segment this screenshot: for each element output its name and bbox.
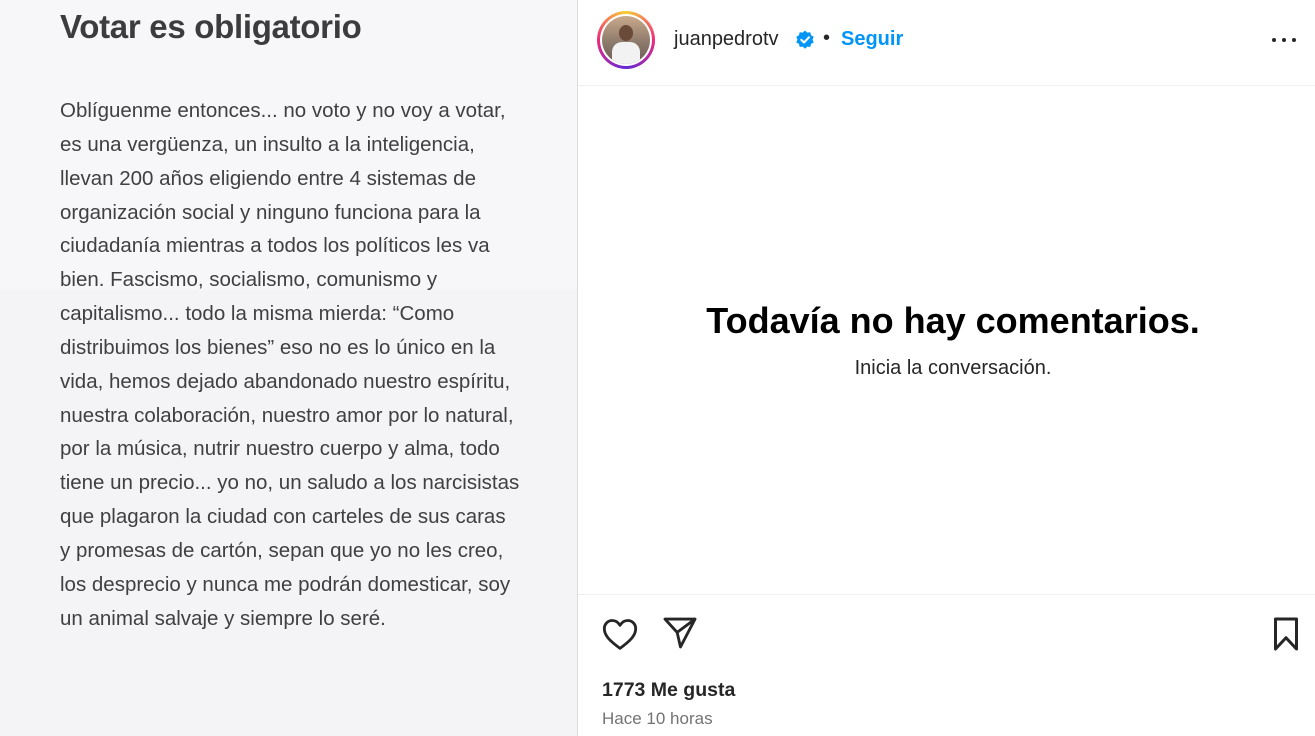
no-comments-title: Todavía no hay comentarios. (706, 300, 1200, 341)
follow-button[interactable]: Seguir (841, 28, 903, 51)
post-timestamp[interactable]: Hace 10 horas (602, 709, 713, 729)
avatar[interactable] (597, 11, 655, 69)
likes-count[interactable]: 1773 Me gusta (602, 679, 735, 702)
no-comments-subtitle: Inicia la conversación. (854, 357, 1052, 379)
actions-divider (578, 594, 1315, 595)
post-image: Votar es obligatorio Oblíguenme entonces… (0, 0, 577, 736)
username-link[interactable]: juanpedrotv (674, 28, 779, 51)
more-options-icon[interactable] (1272, 28, 1298, 52)
image-heading: Votar es obligatorio (60, 8, 362, 45)
avatar-photo (602, 16, 650, 64)
image-paragraph: Oblíguenme entonces... no voto y no voy … (60, 99, 520, 630)
post-header: juanpedrotv • Seguir (578, 0, 1315, 86)
post-details-panel: juanpedrotv • Seguir Todavía no hay come… (578, 0, 1315, 736)
paper-plane-icon[interactable] (661, 614, 699, 652)
heart-icon[interactable] (600, 614, 640, 654)
bookmark-icon[interactable] (1270, 616, 1302, 652)
separator-dot: • (823, 27, 831, 49)
verified-badge-icon (796, 30, 814, 49)
